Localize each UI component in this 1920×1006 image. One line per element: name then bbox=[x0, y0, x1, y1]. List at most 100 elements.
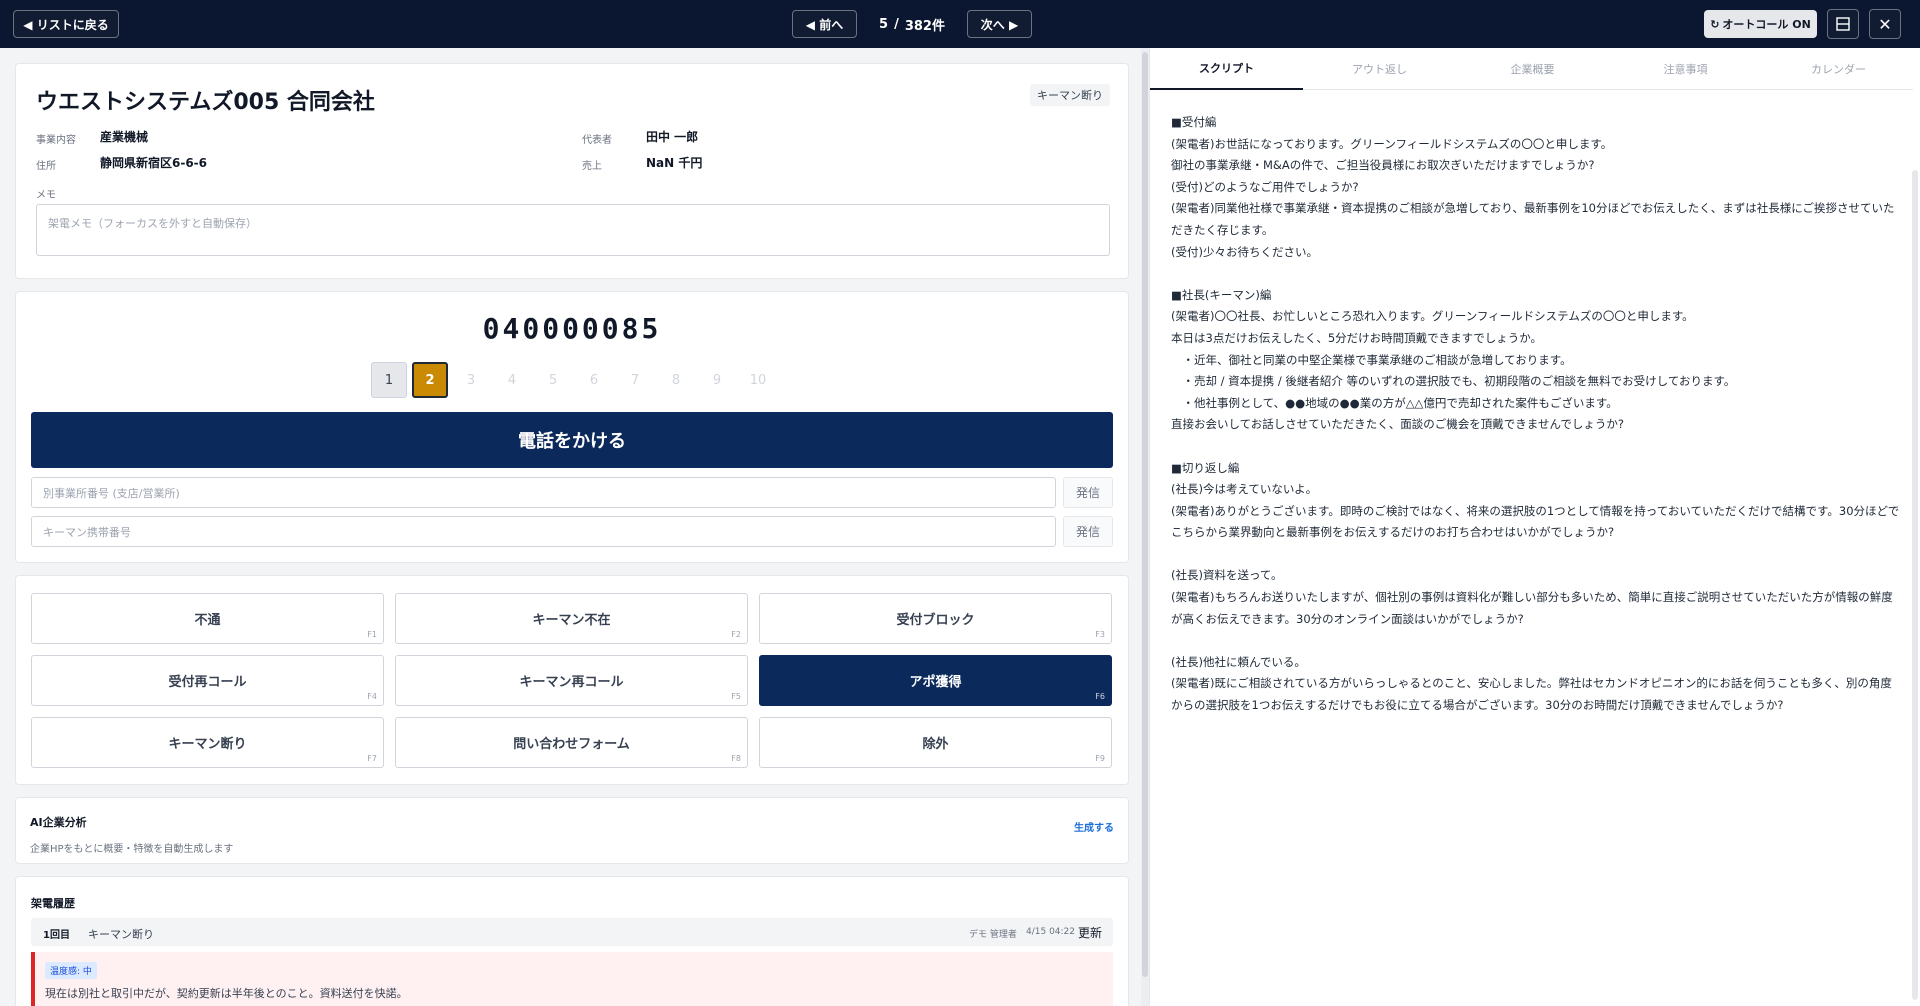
address-label: 住所 bbox=[36, 161, 56, 172]
attempt-button[interactable]: 3 bbox=[453, 362, 489, 398]
tab-script[interactable]: スクリプト bbox=[1150, 48, 1303, 90]
right-scrollbar[interactable] bbox=[1912, 170, 1918, 1000]
result-reception-block-button[interactable]: 受付ブロック F3 bbox=[759, 593, 1112, 644]
prev-button[interactable]: ◀ 前へ bbox=[792, 10, 857, 38]
call-button[interactable]: 電話をかける bbox=[31, 412, 1113, 468]
script-line: (架電者)既にご相談されている方がいらっしゃるとのこと、安心しました。弊社はセカ… bbox=[1171, 676, 1892, 713]
script-line bbox=[1171, 436, 1901, 458]
close-icon: ✕ bbox=[1878, 14, 1892, 34]
history-round: 1回目 bbox=[43, 930, 70, 941]
attempt-button-active[interactable]: 2 bbox=[412, 362, 448, 398]
tab-calendar[interactable]: カレンダー bbox=[1762, 48, 1915, 90]
ai-analysis-title: AI企業分析 bbox=[30, 816, 87, 829]
script-line: ■切り返し編 bbox=[1171, 460, 1240, 475]
panel-icon bbox=[1836, 17, 1850, 31]
business-label: 事業内容 bbox=[36, 135, 76, 146]
attempt-button[interactable]: 1 bbox=[371, 362, 407, 398]
history-time: 4/15 04:22 bbox=[1026, 927, 1076, 937]
sales-value: NaN 千円 bbox=[646, 156, 703, 170]
attempt-button[interactable]: 10 bbox=[740, 362, 776, 398]
representative-label: 代表者 bbox=[582, 135, 612, 146]
result-no-answer-button[interactable]: 不通 F1 bbox=[31, 593, 384, 644]
script-line: (社長)今は考えていないよ。 bbox=[1171, 482, 1318, 497]
ai-analysis-card: AI企業分析 企業HPをもとに概要・特徴を自動生成します 生成する bbox=[15, 797, 1129, 864]
top-bar: ◀ リストに戻る ◀ 前へ 5 / 382件 次へ ▶ ↻ オートコール ON … bbox=[0, 0, 1920, 48]
attempt-button[interactable]: 9 bbox=[699, 362, 735, 398]
autocall-label: オートコール ON bbox=[1722, 18, 1811, 31]
script-line: (架電者)お世話になっております。グリーンフィールドシステムズの〇〇と申します。 bbox=[1171, 136, 1613, 151]
phone-card: 040000085 1 2 3 4 5 6 7 8 9 10 電話をかける 別事… bbox=[15, 291, 1129, 563]
script-line: (架電者)ありがとうございます。即時のご検討ではなく、将来の選択肢の1つとして情… bbox=[1171, 503, 1900, 540]
attempt-button[interactable]: 8 bbox=[658, 362, 694, 398]
history-entry-header: 1回目 キーマン断り デモ 管理者 4/15 04:22 更新 bbox=[31, 918, 1113, 946]
script-line: 直接お会いしてお話しさせていただきたく、面談のご機会を頂戴できませんでしょうか? bbox=[1171, 417, 1624, 432]
address-value: 静岡県新宿区6-6-6 bbox=[100, 156, 208, 170]
history-entry-body: 温度感: 中 現在は別社と取引中だが、契約更新は半年後とのこと。資料送付を快諾。 bbox=[31, 952, 1113, 1006]
keyman-mobile-input[interactable]: キーマン携帯番号 bbox=[31, 516, 1056, 547]
script-line: ・売却 / 資本提携 / 後継者紹介 等のいずれの選択肢でも、初期段階のご相談を… bbox=[1171, 374, 1736, 389]
attempt-button[interactable]: 7 bbox=[617, 362, 653, 398]
script-line: 御社の事業承継・M&Aの件で、ご担当役員様にお取次ぎいただけますでしょうか? bbox=[1171, 158, 1595, 173]
call-history-title: 架電履歴 bbox=[31, 897, 75, 910]
sales-label: 売上 bbox=[582, 161, 602, 172]
script-line bbox=[1171, 263, 1901, 285]
memo-label: メモ bbox=[36, 190, 56, 201]
script-line: (受付)どのようなご用件でしょうか? bbox=[1171, 179, 1359, 194]
branch-dial-button[interactable]: 発信 bbox=[1063, 477, 1113, 508]
script-line: (社長)他社に頼んでいる。 bbox=[1171, 654, 1306, 669]
call-history-card: 架電履歴 1回目 キーマン断り デモ 管理者 4/15 04:22 更新 温度感… bbox=[15, 876, 1129, 1006]
script-line: (架電者)もちろんお送りいたしますが、個社別の事例は資料化が難しい部分も多いため… bbox=[1171, 590, 1893, 626]
script-line: 本日は3点だけお伝えしたく、5分だけお時間頂戴できますでしょうか。 bbox=[1171, 330, 1543, 345]
result-keyman-refused-button[interactable]: キーマン断り F7 bbox=[31, 717, 384, 768]
pager-indicator: 5 / 382件 bbox=[870, 10, 954, 38]
history-note: 現在は別社と取引中だが、契約更新は半年後とのこと。資料送付を快諾。 bbox=[45, 987, 408, 1000]
attempt-button[interactable]: 4 bbox=[494, 362, 530, 398]
result-contact-form-button[interactable]: 問い合わせフォーム F8 bbox=[395, 717, 748, 768]
attempt-selector: 1 2 3 4 5 6 7 8 9 10 bbox=[371, 362, 776, 398]
ai-generate-link[interactable]: 生成する bbox=[1074, 819, 1114, 834]
history-update-button[interactable]: 更新 bbox=[1078, 924, 1102, 941]
pager-total: 382件 bbox=[904, 18, 945, 34]
tab-out-return[interactable]: アウト返し bbox=[1303, 48, 1456, 90]
memo-textarea[interactable]: 架電メモ（フォーカスを外すと自動保存） bbox=[36, 204, 1110, 256]
script-line: (架電者)〇〇社長、お忙しいところ恐れ入ります。グリーンフィールドシステムズの〇… bbox=[1171, 309, 1694, 324]
autocall-toggle[interactable]: ↻ オートコール ON bbox=[1704, 10, 1817, 38]
tab-company-overview[interactable]: 企業概要 bbox=[1456, 48, 1609, 90]
close-button[interactable]: ✕ bbox=[1869, 9, 1901, 39]
right-tabs: スクリプト アウト返し 企業概要 注意事項 カレンダー bbox=[1150, 48, 1913, 90]
script-line: ・他社事例として、●●地域の●●業の方が△△億円で売却された案件もございます。 bbox=[1171, 395, 1618, 410]
script-line: (架電者)同業他社様で事業承継・資本提携のご相談が急増しており、最新事例を10分… bbox=[1171, 201, 1895, 237]
company-name: ウエストシステムズ005 合同会社 bbox=[36, 90, 375, 115]
attempt-button[interactable]: 6 bbox=[576, 362, 612, 398]
left-scrollbar-thumb[interactable] bbox=[1142, 52, 1148, 977]
result-appointment-button[interactable]: アポ獲得 F6 bbox=[759, 655, 1112, 706]
ai-analysis-description: 企業HPをもとに概要・特徴を自動生成します bbox=[30, 844, 234, 855]
result-buttons-card: 不通 F1 キーマン不在 F2 受付ブロック F3 受付再コール F4 キーマン再コール… bbox=[15, 575, 1129, 785]
business-value: 産業機械 bbox=[100, 130, 149, 144]
script-line: ・近年、御社と同業の中堅企業様で事業承継のご相談が急増しております。 bbox=[1171, 352, 1572, 367]
result-reception-recall-button[interactable]: 受付再コール F4 bbox=[31, 655, 384, 706]
attempt-button[interactable]: 5 bbox=[535, 362, 571, 398]
layout-toggle-button[interactable] bbox=[1827, 9, 1859, 39]
next-button[interactable]: 次へ ▶ bbox=[967, 10, 1032, 38]
history-result: キーマン断り bbox=[88, 928, 154, 941]
back-to-list-button[interactable]: ◀ リストに戻る bbox=[13, 10, 119, 38]
result-keyman-absent-button[interactable]: キーマン不在 F2 bbox=[395, 593, 748, 644]
company-card: ウエストシステムズ005 合同会社 キーマン断り 事業内容 産業機械 住所 静岡… bbox=[15, 63, 1129, 279]
script-line bbox=[1171, 630, 1901, 652]
branch-number-input[interactable]: 別事業所番号 (支店/営業所) bbox=[31, 477, 1056, 508]
pager-separator: / bbox=[894, 16, 899, 32]
script-line: ■受付編 bbox=[1171, 115, 1217, 129]
tab-notes[interactable]: 注意事項 bbox=[1609, 48, 1762, 90]
keyman-dial-button[interactable]: 発信 bbox=[1063, 516, 1113, 547]
result-keyman-recall-button[interactable]: キーマン再コール F5 bbox=[395, 655, 748, 706]
history-user: デモ 管理者 bbox=[969, 930, 1017, 940]
pager-current: 5 bbox=[879, 16, 889, 32]
script-line bbox=[1171, 544, 1901, 566]
refresh-icon: ↻ bbox=[1710, 17, 1720, 31]
phone-number: 040000085 bbox=[482, 312, 662, 345]
result-exclude-button[interactable]: 除外 F9 bbox=[759, 717, 1112, 768]
script-line: ■社長(キーマン)編 bbox=[1171, 287, 1272, 302]
representative-value: 田中 一郎 bbox=[646, 130, 699, 144]
script-line: (社長)資料を送って。 bbox=[1171, 568, 1283, 583]
